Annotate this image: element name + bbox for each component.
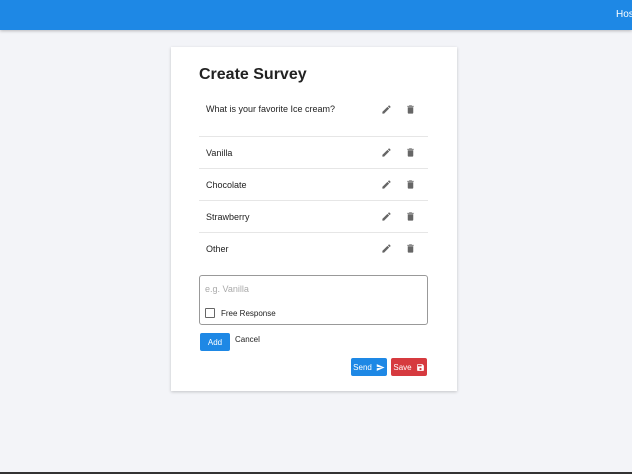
option-label: Strawberry bbox=[206, 211, 250, 222]
send-button[interactable]: Send bbox=[351, 358, 387, 376]
free-response-label: Free Response bbox=[221, 308, 276, 318]
save-floppy-icon bbox=[416, 363, 424, 371]
send-label: Send bbox=[353, 362, 372, 372]
delete-option-trash-icon[interactable] bbox=[404, 211, 416, 223]
delete-question-trash-icon[interactable] bbox=[404, 103, 416, 115]
edit-option-pencil-icon[interactable] bbox=[380, 179, 392, 191]
option-input-placeholder: e.g. Vanilla bbox=[205, 284, 249, 294]
edit-option-pencil-icon[interactable] bbox=[380, 147, 392, 159]
edit-option-pencil-icon[interactable] bbox=[380, 211, 392, 223]
question-row: What is your favorite Ice cream? bbox=[199, 97, 428, 121]
page-title: Create Survey bbox=[199, 66, 307, 83]
option-row: Chocolate bbox=[199, 168, 428, 200]
delete-option-trash-icon[interactable] bbox=[404, 179, 416, 191]
option-row: Strawberry bbox=[199, 200, 428, 232]
cancel-button[interactable]: Cancel bbox=[235, 335, 260, 344]
edit-option-pencil-icon[interactable] bbox=[380, 243, 392, 255]
checkbox-box[interactable] bbox=[205, 308, 215, 318]
option-row: Other bbox=[199, 232, 428, 264]
option-label: Vanilla bbox=[206, 147, 233, 158]
delete-option-trash-icon[interactable] bbox=[404, 243, 416, 255]
free-response-checkbox[interactable]: Free Response bbox=[205, 308, 276, 318]
send-icon bbox=[376, 363, 385, 371]
top-app-bar: Hos bbox=[0, 0, 632, 30]
delete-option-trash-icon[interactable] bbox=[404, 147, 416, 159]
option-label: Chocolate bbox=[206, 179, 247, 190]
save-button[interactable]: Save bbox=[391, 358, 427, 376]
option-label: Other bbox=[206, 243, 229, 254]
option-input[interactable]: e.g. Vanilla Free Response bbox=[199, 275, 428, 325]
option-row: Vanilla bbox=[199, 136, 428, 168]
save-label: Save bbox=[393, 362, 412, 372]
edit-question-pencil-icon[interactable] bbox=[380, 103, 392, 115]
question-text: What is your favorite Ice cream? bbox=[206, 104, 336, 114]
user-menu-label[interactable]: Hos bbox=[616, 9, 632, 20]
add-button[interactable]: Add bbox=[200, 333, 230, 351]
create-survey-card: Create Survey What is your favorite Ice … bbox=[171, 47, 457, 391]
